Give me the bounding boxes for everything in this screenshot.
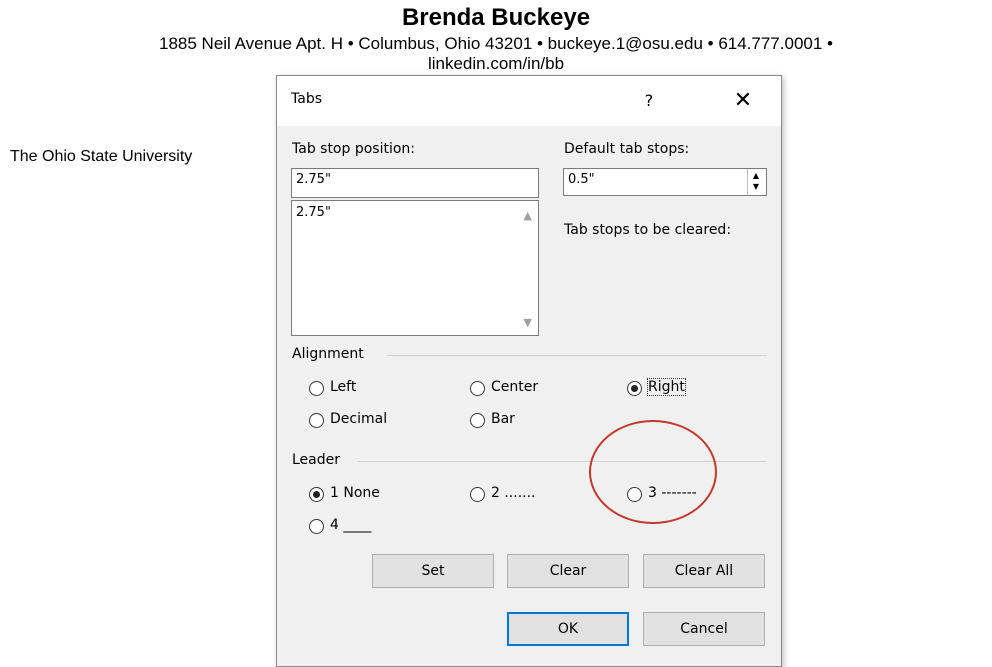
dialog-title: Tabs (291, 91, 322, 107)
leader-none-label[interactable]: 1 None (330, 485, 380, 501)
document-contact-line: 1885 Neil Avenue Apt. H • Columbus, Ohio… (159, 34, 833, 53)
alignment-right-radio[interactable] (627, 381, 642, 396)
alignment-group-label: Alignment (292, 346, 364, 362)
tabs-dialog: Tabs ? ✕ Tab stop position: 2.75" 2.75" … (276, 75, 782, 667)
alignment-center-label[interactable]: Center (491, 379, 538, 395)
clear-all-button[interactable]: Clear All (643, 554, 765, 588)
dialog-titlebar: Tabs ? ✕ (277, 76, 781, 126)
leader-group-label: Leader (292, 452, 341, 468)
document-contact-line-partial: linkedin.com/in/bb (427, 54, 565, 73)
alignment-bar-label[interactable]: Bar (491, 411, 515, 427)
tab-stop-position-label: Tab stop position: (292, 141, 416, 157)
scroll-up-icon[interactable]: ▲ (524, 209, 532, 222)
leader-underline-label[interactable]: 4 ____ (330, 517, 371, 533)
alignment-decimal-radio[interactable] (309, 413, 324, 428)
scroll-down-icon[interactable]: ▼ (524, 316, 532, 329)
alignment-left-label[interactable]: Left (330, 379, 356, 395)
cancel-button[interactable]: Cancel (643, 612, 765, 646)
alignment-group-divider (387, 355, 767, 356)
alignment-right-label[interactable]: Right (647, 378, 686, 396)
spin-up-icon[interactable]: ▲ (750, 171, 762, 181)
clear-button[interactable]: Clear (507, 554, 629, 588)
default-tab-stops-value: 0.5" (568, 172, 595, 187)
close-icon[interactable]: ✕ (723, 86, 763, 116)
tab-stop-list-item[interactable]: 2.75" (296, 205, 331, 220)
alignment-left-radio[interactable] (309, 381, 324, 396)
document-school: The Ohio State University (10, 148, 193, 165)
tab-stops-cleared-label: Tab stops to be cleared: (564, 222, 732, 238)
annotation-circle (589, 420, 717, 524)
alignment-decimal-label[interactable]: Decimal (330, 411, 387, 427)
default-tab-stops-spinner[interactable]: ▲ ▼ (747, 169, 765, 195)
default-tab-stops-label: Default tab stops: (564, 141, 690, 157)
leader-underline-radio[interactable] (309, 519, 324, 534)
leader-none-radio[interactable] (309, 487, 324, 502)
set-button[interactable]: Set (372, 554, 494, 588)
leader-dots-radio[interactable] (470, 487, 485, 502)
spin-down-icon[interactable]: ▼ (750, 182, 762, 192)
alignment-center-radio[interactable] (470, 381, 485, 396)
leader-dots-label[interactable]: 2 ....... (491, 485, 536, 501)
help-icon[interactable]: ? (629, 86, 669, 116)
tab-stop-listbox[interactable]: 2.75" ▲ ▼ (291, 200, 539, 336)
alignment-bar-radio[interactable] (470, 413, 485, 428)
default-tab-stops-input[interactable]: 0.5" (563, 168, 767, 196)
document-name: Brenda Buckeye (401, 4, 591, 31)
ok-button[interactable]: OK (507, 612, 629, 646)
tab-stop-position-input[interactable]: 2.75" (291, 168, 539, 198)
